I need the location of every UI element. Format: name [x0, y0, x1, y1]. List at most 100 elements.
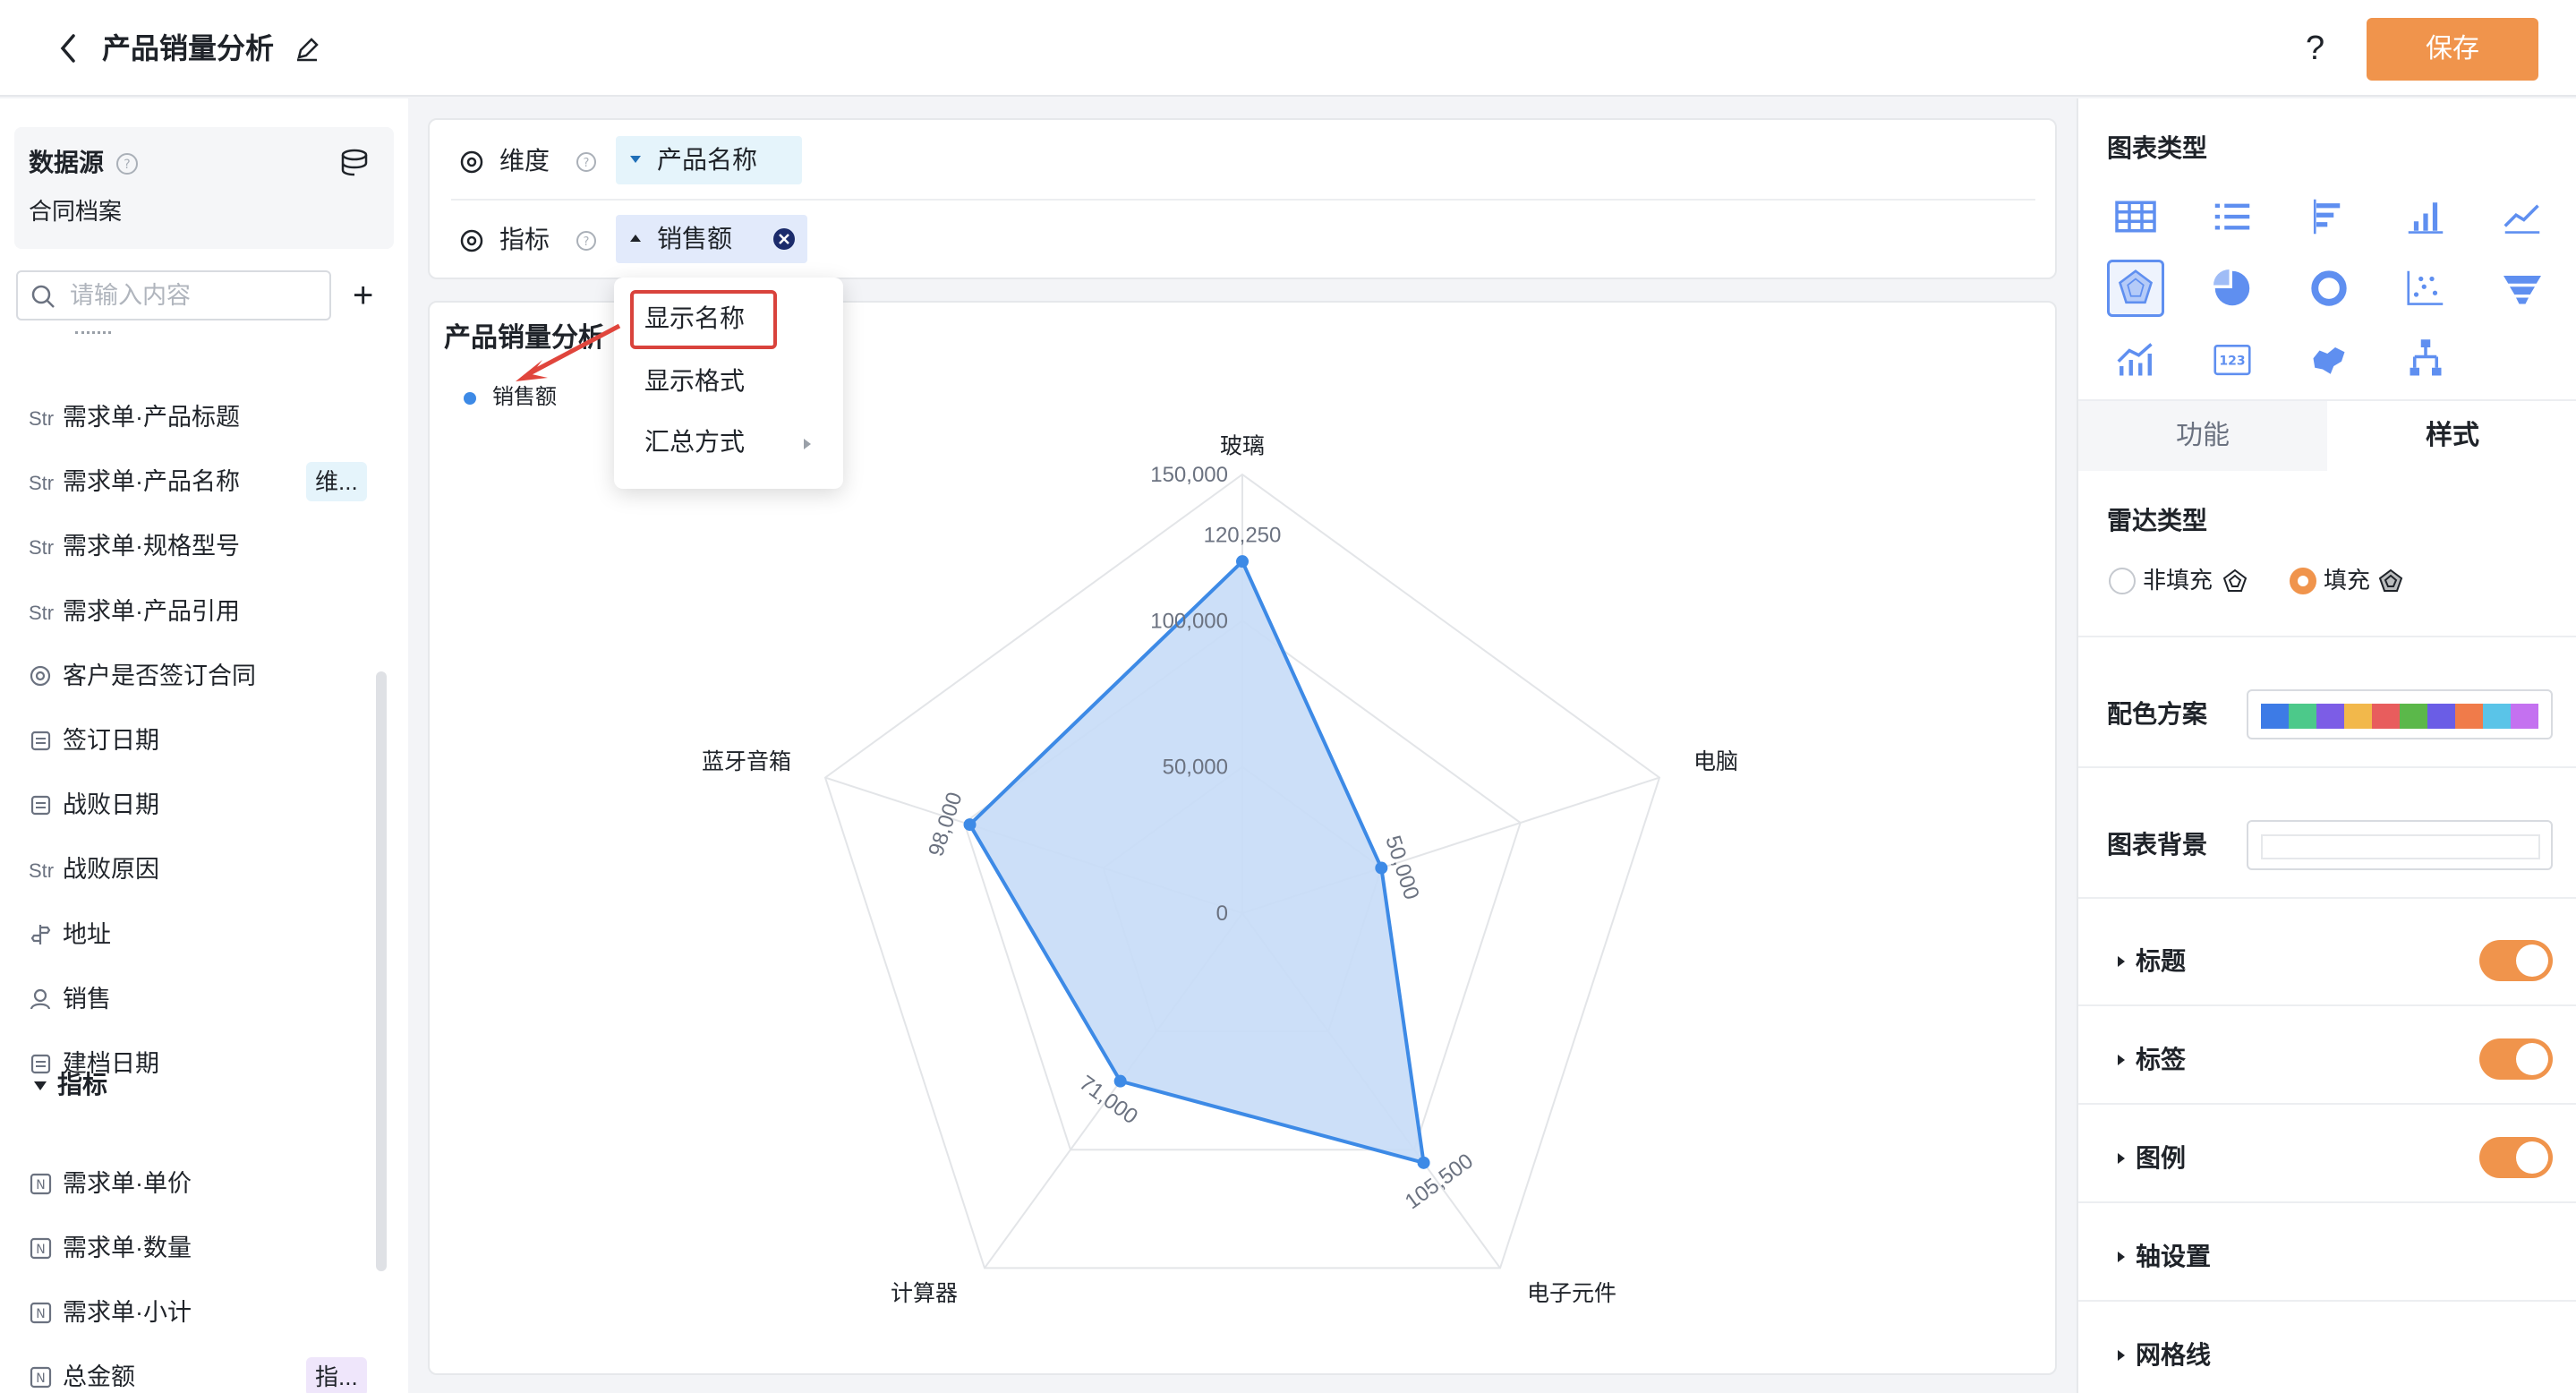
number-type-icon: N [30, 1366, 52, 1389]
radio-filled-selected[interactable] [2290, 568, 2316, 594]
field-item[interactable]: N 需求单·数量 [29, 1230, 369, 1266]
tab-function[interactable]: 功能 [2078, 401, 2327, 471]
radar-icon [2118, 269, 2154, 304]
divider [2078, 636, 2576, 637]
axis-name-label: 计算器 [891, 1281, 958, 1306]
field-item[interactable]: Str 战败原因 [29, 851, 369, 887]
section-toggle[interactable] [2479, 940, 2553, 981]
svg-text:?: ? [124, 158, 130, 172]
dimension-label: 维度 [499, 147, 550, 175]
chevron-right-icon[interactable] [2118, 1252, 2125, 1262]
chart-type-title: 图表类型 [2107, 134, 2208, 162]
field-item[interactable]: Str 需求单·产品标题 [29, 399, 369, 435]
section-title[interactable]: 网格线 [2136, 1337, 2211, 1373]
field-label: 需求单·小计 [63, 1299, 192, 1326]
remove-metric-icon[interactable] [772, 226, 797, 252]
chart-type-option[interactable] [2300, 331, 2358, 389]
location-icon [30, 924, 51, 944]
field-item[interactable]: Str 需求单·产品引用 [29, 594, 369, 629]
chevron-right-icon[interactable] [2118, 1055, 2125, 1065]
chevron-right-icon[interactable] [2118, 1350, 2125, 1361]
metrics-group-label: 指标 [57, 1071, 108, 1098]
field-label: 地址 [63, 920, 111, 948]
sidebar-scrollbar[interactable] [376, 671, 387, 1271]
chart-type-option[interactable] [2107, 188, 2164, 245]
chevron-right-icon[interactable] [2118, 1153, 2125, 1164]
chart-type-option[interactable] [2107, 260, 2164, 317]
field-item[interactable]: N 总金额 指... [29, 1357, 369, 1393]
help-icon[interactable]: ? [2306, 27, 2324, 70]
field-item[interactable]: 地址 [29, 917, 369, 953]
section-title[interactable]: 轴设置 [2136, 1239, 2211, 1275]
tick-label: 0 [1216, 902, 1228, 926]
data-point[interactable] [1417, 1156, 1430, 1169]
chart-type-option[interactable] [2204, 188, 2261, 245]
field-item[interactable]: 战败日期 [29, 787, 369, 823]
tab-style[interactable]: 样式 [2327, 401, 2576, 471]
field-item[interactable]: 客户是否签订合同 [29, 658, 369, 694]
list-icon [2214, 203, 2250, 230]
chart-type-option[interactable] [2300, 188, 2358, 245]
chart-type-option[interactable] [2107, 331, 2164, 389]
field-item[interactable]: 销售 [29, 981, 369, 1017]
help-circle-icon[interactable]: ? [115, 151, 140, 176]
annotation-arrow [516, 323, 621, 381]
add-field-button[interactable]: + [353, 270, 373, 320]
chart-bg-select[interactable] [2247, 820, 2553, 870]
caret-down-icon [630, 156, 641, 163]
database-icon[interactable] [338, 149, 371, 177]
chart-type-option[interactable]: 123 [2204, 331, 2261, 389]
field-item[interactable]: Str 需求单·规格型号 [29, 528, 369, 564]
radar-option-filled[interactable]: 填充 [2324, 562, 2370, 598]
data-point[interactable] [1375, 861, 1388, 875]
edit-icon[interactable] [294, 36, 320, 63]
top-header: 产品销量分析 ? 保存 [0, 0, 2576, 97]
series-area[interactable] [968, 560, 1426, 1165]
radar-type-title: 雷达类型 [2107, 507, 2208, 534]
datasource-card[interactable]: 数据源 ? 合同档案 [14, 127, 394, 249]
divider [2078, 1201, 2576, 1203]
data-point[interactable] [1236, 555, 1249, 568]
metric-pill[interactable]: 销售额 [616, 215, 807, 263]
axis-name-label: 电子元件 [1527, 1281, 1616, 1306]
dimension-pill[interactable]: 产品名称 [616, 136, 802, 184]
chart-type-option[interactable] [2494, 260, 2551, 317]
caret-down-icon[interactable] [34, 1081, 47, 1090]
field-item[interactable]: N 需求单·单价 [29, 1166, 369, 1201]
back-icon[interactable] [55, 32, 81, 64]
chart-type-option[interactable] [2204, 260, 2261, 317]
data-point[interactable] [1113, 1074, 1127, 1088]
section-title[interactable]: 标题 [2136, 944, 2186, 979]
help-circle-icon[interactable]: ? [575, 229, 598, 252]
field-label: 需求单·规格型号 [63, 533, 240, 560]
section-toggle[interactable] [2479, 1038, 2553, 1080]
chevron-right-icon[interactable] [2118, 956, 2125, 967]
menu-item-display-name[interactable]: 显示名称 [644, 301, 745, 337]
save-button[interactable]: 保存 [2367, 18, 2538, 81]
line-chart-icon [2503, 204, 2540, 234]
field-label: 销售 [63, 985, 111, 1013]
chart-type-option[interactable] [2300, 260, 2358, 317]
color-scheme-select[interactable] [2247, 689, 2553, 739]
section-title[interactable]: 标签 [2136, 1042, 2186, 1078]
section-title[interactable]: 图例 [2136, 1141, 2186, 1176]
data-point[interactable] [963, 818, 977, 832]
section-toggle[interactable] [2479, 1137, 2553, 1178]
field-search-input[interactable]: 请输入内容 [16, 270, 331, 320]
menu-item-display-format[interactable]: 显示格式 [644, 363, 745, 399]
chart-type-option[interactable] [2397, 188, 2454, 245]
data-label: 98,000 [924, 790, 967, 859]
chart-type-option[interactable] [2397, 331, 2454, 389]
chart-type-option[interactable] [2494, 188, 2551, 245]
radio-unfilled[interactable] [2109, 568, 2136, 594]
radar-option-unfilled[interactable]: 非填充 [2143, 562, 2213, 598]
help-circle-icon[interactable]: ? [575, 150, 598, 174]
chart-bg-title: 图表背景 [2107, 831, 2208, 859]
field-item[interactable]: N 需求单·小计 [29, 1295, 369, 1330]
axis-name-label: 蓝牙音箱 [702, 749, 791, 774]
datasource-title: 数据源 [29, 149, 105, 176]
field-item[interactable]: 签订日期 [29, 722, 369, 758]
chart-type-option[interactable] [2397, 260, 2454, 317]
field-item[interactable]: Str 需求单·产品名称 维... [29, 462, 369, 502]
menu-item-aggregation[interactable]: 汇总方式 [644, 424, 745, 460]
